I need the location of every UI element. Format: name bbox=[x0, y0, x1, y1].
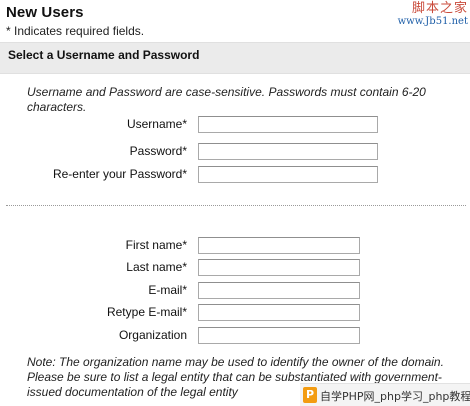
confirm-password-label: Re-enter your Password* bbox=[52, 167, 187, 181]
email-field[interactable] bbox=[198, 282, 360, 299]
username-field[interactable] bbox=[198, 116, 378, 133]
section-heading: Select a Username and Password bbox=[8, 48, 200, 62]
retype-email-field[interactable] bbox=[198, 304, 360, 321]
banner-text: 自学PHP网_php学习_php教程 bbox=[320, 390, 470, 403]
confirm-password-field[interactable] bbox=[198, 166, 378, 183]
last-name-label: Last name* bbox=[126, 260, 187, 274]
last-name-field[interactable] bbox=[198, 259, 360, 276]
organization-field[interactable] bbox=[198, 327, 360, 344]
watermark-url: www.Jb51.net bbox=[397, 16, 468, 28]
password-label: Password* bbox=[129, 144, 187, 158]
retype-email-label: Retype E-mail* bbox=[106, 305, 187, 319]
username-label: Username* bbox=[126, 117, 187, 131]
password-field[interactable] bbox=[198, 143, 378, 160]
site-logo-icon: P bbox=[303, 387, 317, 403]
first-name-field[interactable] bbox=[198, 237, 360, 254]
site-watermark-logo: 脚本之家 www.Jb51.net bbox=[392, 1, 468, 38]
page-title: New Users bbox=[6, 4, 84, 21]
organization-label: Organization bbox=[118, 328, 187, 342]
section-divider bbox=[6, 205, 466, 206]
credentials-instructions: Username and Password are case-sensitive… bbox=[27, 85, 426, 114]
email-label: E-mail* bbox=[148, 283, 187, 297]
first-name-label: First name* bbox=[125, 238, 187, 252]
site-banner: P 自学PHP网_php学习_php教程 bbox=[300, 383, 470, 406]
required-fields-note: * Indicates required fields. bbox=[6, 24, 145, 38]
watermark-title: 脚本之家 bbox=[411, 1, 468, 16]
